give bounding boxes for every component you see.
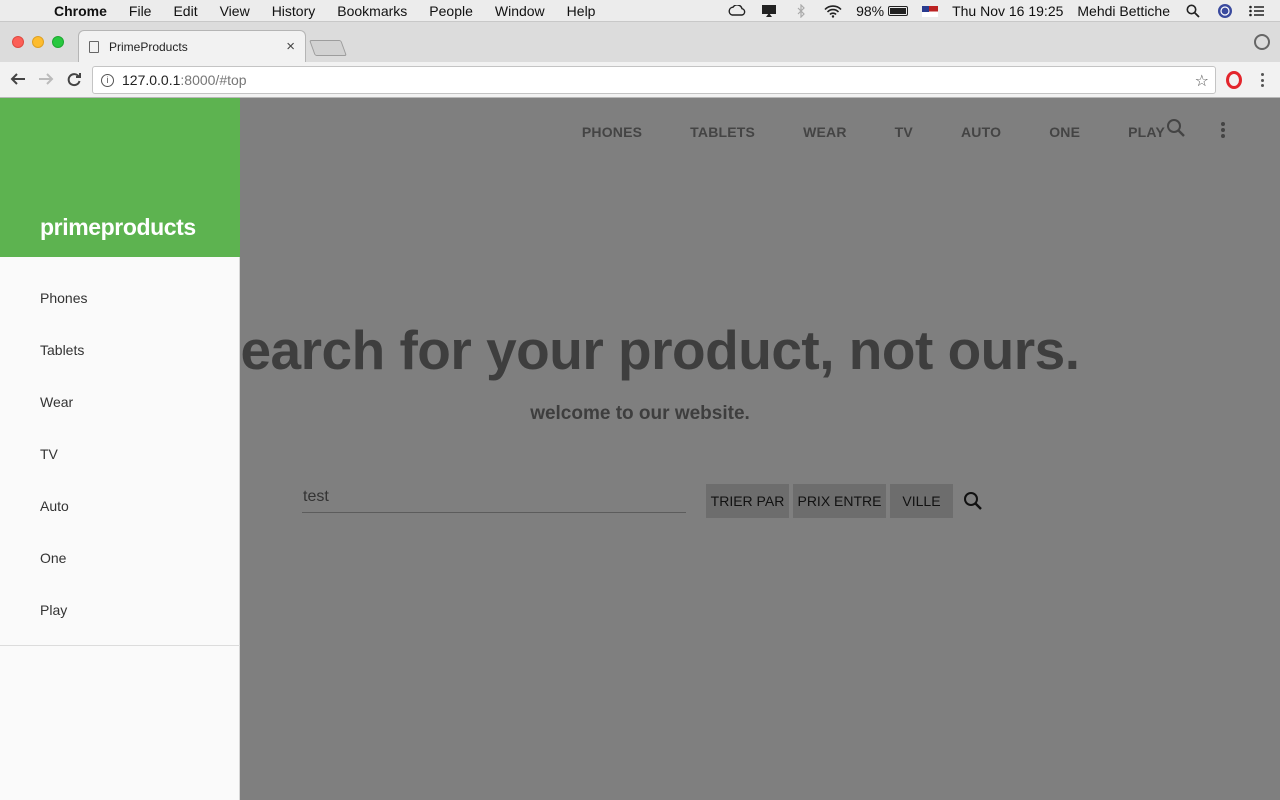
tab-close-icon[interactable]: × — [286, 38, 295, 55]
browser-toolbar: i 127.0.0.1:8000/#top ☆ — [0, 62, 1280, 98]
top-navigation: PHONES TABLETS WEAR TV AUTO ONE PLAY — [582, 122, 1165, 142]
search-submit-icon[interactable] — [963, 491, 983, 516]
page-icon — [89, 40, 99, 53]
drawer-item-auto[interactable]: Auto — [0, 496, 239, 548]
hero-title-text: earch for your product, not ours. — [240, 319, 1080, 381]
menu-app-name[interactable]: Chrome — [54, 3, 107, 19]
window-close-button[interactable] — [12, 36, 24, 48]
tab-title: PrimeProducts — [109, 39, 188, 54]
city-button[interactable]: VILLE — [890, 484, 953, 518]
menu-edit[interactable]: Edit — [173, 3, 197, 19]
more-options-icon[interactable] — [1221, 122, 1225, 138]
window-zoom-button[interactable] — [52, 36, 64, 48]
address-bar[interactable]: i 127.0.0.1:8000/#top ☆ — [92, 66, 1216, 94]
menu-history[interactable]: History — [272, 3, 316, 19]
browser-tab-strip: PrimeProducts × — [0, 22, 1280, 62]
spotlight-search-icon[interactable] — [1184, 4, 1202, 18]
battery-icon — [888, 6, 909, 16]
nav-tablets[interactable]: TABLETS — [690, 124, 755, 140]
product-search-input[interactable]: test — [302, 488, 686, 513]
bluetooth-icon[interactable] — [792, 4, 810, 18]
menu-clock[interactable]: Thu Nov 16 19:25 — [952, 3, 1063, 19]
nav-wear[interactable]: WEAR — [803, 124, 847, 140]
menu-user[interactable]: Mehdi Bettiche — [1077, 3, 1170, 19]
hero-subtitle-text: welcome to our website. — [530, 403, 750, 424]
bookmark-star-icon[interactable]: ☆ — [1195, 71, 1209, 91]
siri-icon[interactable] — [1216, 4, 1234, 18]
drawer-menu: Phones Tablets Wear TV Auto One Play — [0, 257, 239, 652]
price-range-button[interactable]: PRIX ENTRE — [793, 484, 886, 518]
status-area: 98% Thu Nov 16 19:25 Mehdi Bettiche — [728, 0, 1280, 22]
battery-percent: 98% — [856, 3, 885, 19]
menu-window[interactable]: Window — [495, 3, 545, 19]
site-info-icon[interactable]: i — [101, 73, 114, 87]
window-controls — [12, 36, 72, 48]
airplay-icon[interactable] — [760, 4, 778, 18]
nav-search-icon[interactable] — [1166, 118, 1186, 143]
app-menu: Chrome File Edit View History Bookmarks … — [54, 3, 617, 19]
drawer-divider — [0, 645, 240, 646]
menu-file[interactable]: File — [129, 3, 152, 19]
forward-arrow-icon[interactable] — [36, 69, 56, 89]
drawer-header: primeproducts — [0, 98, 240, 257]
drawer-item-phones[interactable]: Phones — [0, 288, 239, 340]
drawer-item-one[interactable]: One — [0, 548, 239, 600]
drawer-item-wear[interactable]: Wear — [0, 392, 239, 444]
browser-tab[interactable]: PrimeProducts × — [78, 30, 306, 62]
battery-indicator[interactable]: 98% — [856, 3, 909, 19]
sort-by-button[interactable]: TRIER PAR — [706, 484, 789, 518]
nav-one[interactable]: ONE — [1049, 124, 1080, 140]
back-arrow-icon[interactable] — [8, 69, 28, 89]
drawer-item-tablets[interactable]: Tablets — [0, 340, 239, 392]
url-host: 127.0.0.1 — [122, 72, 181, 88]
menu-view[interactable]: View — [220, 3, 250, 19]
creative-cloud-icon[interactable] — [728, 4, 746, 18]
notification-center-icon[interactable] — [1248, 4, 1266, 18]
macos-menu-bar: Chrome File Edit View History Bookmarks … — [0, 0, 1280, 22]
new-tab-button[interactable] — [309, 40, 347, 56]
menu-people[interactable]: People — [429, 3, 473, 19]
menu-bookmarks[interactable]: Bookmarks — [337, 3, 407, 19]
nav-play[interactable]: PLAY — [1128, 124, 1165, 140]
drawer-item-tv[interactable]: TV — [0, 444, 239, 496]
profile-icon[interactable] — [1254, 34, 1270, 50]
window-minimize-button[interactable] — [32, 36, 44, 48]
menu-help[interactable]: Help — [567, 3, 596, 19]
input-source-flag-icon[interactable] — [922, 5, 939, 17]
battery-level — [890, 8, 907, 14]
nav-tv[interactable]: TV — [895, 124, 913, 140]
opera-extension-icon[interactable] — [1226, 71, 1242, 89]
drawer-brand[interactable]: primeproducts — [40, 214, 196, 241]
navigation-drawer: primeproducts Phones Tablets Wear TV Aut… — [0, 98, 240, 800]
reload-icon[interactable] — [64, 69, 84, 89]
nav-phones[interactable]: PHONES — [582, 124, 642, 140]
url-path: :8000/#top — [180, 72, 247, 88]
nav-auto[interactable]: AUTO — [961, 124, 1001, 140]
chrome-menu-icon[interactable] — [1256, 71, 1268, 89]
wifi-icon[interactable] — [824, 4, 842, 18]
